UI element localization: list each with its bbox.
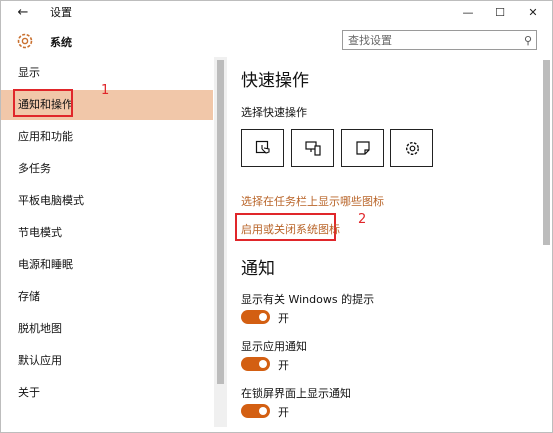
notification-apps-label: 显示应用通知	[241, 340, 307, 353]
notifications-heading: 通知	[241, 259, 275, 279]
notification-lockscreen-state: 开	[278, 406, 289, 419]
notification-tips-state: 开	[278, 312, 289, 325]
toggle-knob	[259, 360, 267, 368]
back-button[interactable]: ←	[15, 5, 31, 21]
system-icons-link[interactable]: 启用或关闭系统图标	[241, 221, 340, 237]
notification-lockscreen-toggle[interactable]	[241, 404, 270, 418]
annotation-number-1: 1	[101, 83, 110, 98]
search-placeholder: 查找设置	[348, 34, 392, 47]
search-icon[interactable]: ⚲	[524, 34, 532, 47]
settings-gear-icon	[405, 141, 420, 156]
toggle-knob	[259, 313, 267, 321]
sidebar-item-apps[interactable]: 应用和功能	[1, 122, 213, 152]
notification-tips-toggle[interactable]	[241, 310, 270, 324]
quick-actions-subtitle: 选择快速操作	[241, 106, 307, 119]
quick-action-tile-4[interactable]	[390, 129, 433, 167]
quick-action-tile-3[interactable]	[341, 129, 384, 167]
system-gear-icon	[17, 33, 33, 49]
quick-action-tile-1[interactable]	[241, 129, 284, 167]
sidebar-item-power-sleep[interactable]: 电源和睡眠	[1, 250, 213, 280]
page-title: 系统	[50, 36, 72, 49]
content-scroll-thumb[interactable]	[543, 60, 550, 245]
notification-apps-state: 开	[278, 359, 289, 372]
search-input[interactable]: 查找设置 ⚲	[342, 30, 537, 50]
sidebar-item-tablet-mode[interactable]: 平板电脑模式	[1, 186, 213, 216]
sidebar-item-offline-maps[interactable]: 脱机地图	[1, 314, 213, 344]
annotation-box-1	[13, 89, 73, 117]
content-scrollbar[interactable]	[541, 57, 552, 427]
toggle-knob	[259, 407, 267, 415]
notification-tips-label: 显示有关 Windows 的提示	[241, 293, 375, 306]
connect-display-icon	[305, 141, 321, 156]
notification-lockscreen-label: 在锁屏界面上显示通知	[241, 387, 351, 400]
sidebar-item-storage[interactable]: 存储	[1, 282, 213, 312]
quick-action-tile-2[interactable]	[291, 129, 334, 167]
taskbar-icons-link[interactable]: 选择在任务栏上显示哪些图标	[241, 193, 384, 209]
title-bar: ← 设置 — ☐ ✕	[1, 1, 552, 27]
tablet-mode-icon	[255, 140, 270, 154]
sidebar-item-default-apps[interactable]: 默认应用	[1, 346, 213, 376]
sidebar-item-multitasking[interactable]: 多任务	[1, 154, 213, 184]
note-icon	[356, 141, 370, 155]
quick-actions-heading: 快速操作	[241, 71, 309, 91]
close-button[interactable]: ✕	[516, 2, 550, 24]
settings-window: ← 设置 — ☐ ✕ 系统 查找设置 ⚲ 显示 通知和操作 应用和功能 多任务 …	[0, 0, 553, 433]
sidebar-item-about[interactable]: 关于	[1, 378, 213, 408]
window-title: 设置	[50, 6, 72, 19]
minimize-button[interactable]: —	[451, 2, 485, 24]
sidebar-item-battery-saver[interactable]: 节电模式	[1, 218, 213, 248]
sidebar-scroll-thumb[interactable]	[217, 60, 224, 384]
notification-apps-toggle[interactable]	[241, 357, 270, 371]
sidebar-scrollbar[interactable]	[214, 57, 227, 427]
maximize-button[interactable]: ☐	[483, 2, 517, 24]
annotation-number-2: 2	[358, 212, 367, 227]
